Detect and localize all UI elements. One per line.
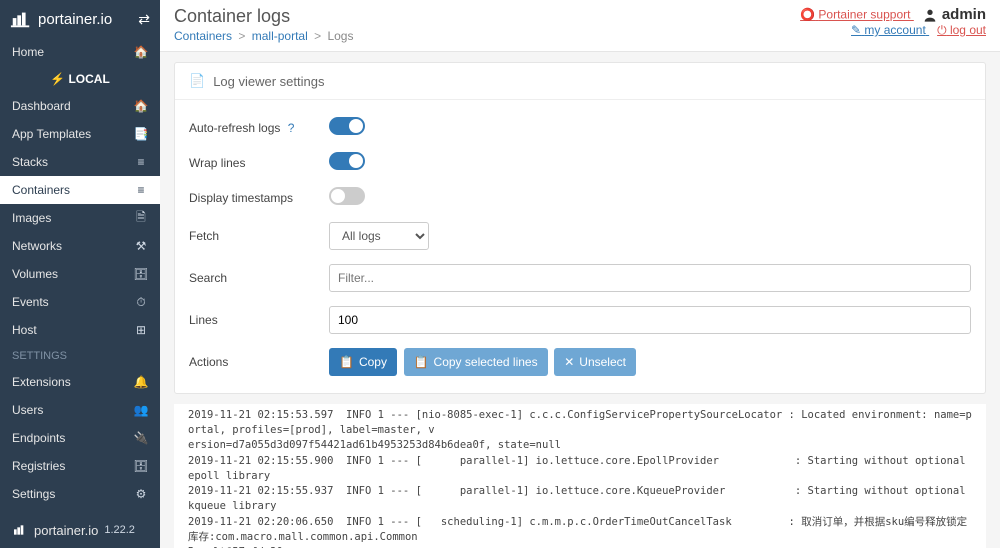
timestamps-label: Display timestamps [189, 191, 293, 205]
sidebar-item-host[interactable]: Host ⊞ [0, 316, 160, 344]
current-user[interactable]: admin [922, 6, 986, 23]
search-input[interactable] [329, 264, 971, 292]
close-icon: ✕ [564, 355, 574, 369]
settings-panel-header: 📄 Log viewer settings [175, 63, 985, 100]
home-icon: 🏠 [134, 45, 148, 59]
net-icon: ⚒ [134, 239, 148, 253]
document-icon: 📄 [189, 73, 205, 89]
sidebar-item-label: Users [12, 403, 43, 417]
tach-icon: 🏠 [134, 99, 148, 113]
stack-icon: ≡ [134, 155, 148, 169]
db-icon: 🗄 [134, 459, 148, 473]
actions-label: Actions [189, 355, 228, 369]
copy-selected-button[interactable]: 📋 Copy selected lines [404, 348, 548, 376]
sidebar-footer: portainer.io 1.22.2 [0, 512, 160, 548]
sidebar-item-extensions[interactable]: Extensions 🔔 [0, 368, 160, 396]
tmpl-icon: 📑 [134, 127, 148, 141]
lines-label: Lines [189, 313, 218, 327]
sidebar-item-endpoints[interactable]: Endpoints 🔌 [0, 424, 160, 452]
swap-icon[interactable]: ⇄ [138, 11, 150, 28]
sidebar-item-label: Extensions [12, 375, 71, 389]
fetch-label: Fetch [189, 229, 219, 243]
sidebar-item-label: App Templates [12, 127, 91, 141]
my-account-link[interactable]: ✎ my account [851, 23, 929, 37]
user-icon [922, 7, 938, 23]
log-line[interactable]: 2019-11-21 02:15:55.937 INFO 1 --- [ par… [188, 484, 972, 514]
list-icon: ≡ [134, 183, 148, 197]
timestamps-toggle[interactable] [329, 187, 365, 205]
sidebar-item-home[interactable]: Home🏠 [0, 38, 160, 66]
evt-icon: ⏱ [134, 295, 148, 309]
sidebar-item-stacks[interactable]: Stacks ≡ [0, 148, 160, 176]
page-title: Container logs [174, 6, 353, 27]
log-output[interactable]: 2019-11-21 02:15:53.597 INFO 1 --- [nio-… [174, 404, 986, 548]
sidebar-section-settings: SETTINGS [0, 344, 160, 368]
wrench-icon: ✎ [851, 23, 861, 37]
support-link[interactable]: ⭕ Portainer support [800, 8, 914, 22]
sidebar-item-users[interactable]: Users 👥 [0, 396, 160, 424]
sidebar-item-label: Stacks [12, 155, 48, 169]
sidebar-item-events[interactable]: Events ⏱ [0, 288, 160, 316]
log-line[interactable]: 2019-11-21 02:15:53.597 INFO 1 --- [nio-… [188, 408, 972, 438]
sidebar-item-app-templates[interactable]: App Templates 📑 [0, 120, 160, 148]
brand-logo[interactable]: portainer.io [10, 8, 112, 30]
sidebar-item-images[interactable]: Images 🗎 [0, 204, 160, 232]
autorefresh-label: Auto-refresh logs [189, 121, 280, 135]
unselect-button[interactable]: ✕ Unselect [554, 348, 636, 376]
log-line[interactable]: 2019-11-21 02:20:06.650 INFO 1 --- [ sch… [188, 515, 972, 545]
lifebuoy-icon: ⭕ [800, 8, 815, 22]
log-line[interactable]: 2019-11-21 02:15:55.900 INFO 1 --- [ par… [188, 454, 972, 484]
wraplines-label: Wrap lines [189, 156, 245, 170]
autorefresh-toggle[interactable] [329, 117, 365, 135]
sidebar-item-label: Events [12, 295, 49, 309]
power-icon: ⏻ [937, 23, 947, 37]
sidebar-endpoint-label[interactable]: ⚡ LOCAL [0, 66, 160, 92]
lines-input[interactable] [329, 306, 971, 334]
plug-icon: 🔌 [134, 431, 148, 445]
user-icon: 👥 [134, 403, 148, 417]
sidebar-item-label: Images [12, 211, 51, 225]
clipboard-icon: 📋 [414, 355, 429, 369]
copy-button[interactable]: 📋 Copy [329, 348, 397, 376]
host-icon: ⊞ [134, 323, 148, 337]
sidebar-item-settings[interactable]: Settings ⚙ [0, 480, 160, 508]
sidebar-item-containers[interactable]: Containers ≡ [0, 176, 160, 204]
log-line[interactable]: ersion=d7a055d3d097f54421ad61b4953253d84… [188, 438, 972, 453]
breadcrumb-containers[interactable]: Containers [174, 29, 232, 43]
sidebar-item-dashboard[interactable]: Dashboard 🏠 [0, 92, 160, 120]
breadcrumb-container-name[interactable]: mall-portal [252, 29, 308, 43]
sidebar-item-registries[interactable]: Registries 🗄 [0, 452, 160, 480]
sidebar-item-label: Volumes [12, 267, 58, 281]
fetch-select[interactable]: All logs [329, 222, 429, 250]
logout-link[interactable]: ⏻ log out [937, 23, 986, 37]
clipboard-icon: 📋 [339, 355, 354, 369]
sidebar-item-label: Networks [12, 239, 62, 253]
wraplines-toggle[interactable] [329, 152, 365, 170]
autorefresh-help-icon[interactable]: ? [288, 121, 295, 135]
sidebar-item-label: Host [12, 323, 37, 337]
breadcrumb: Containers > mall-portal > Logs [174, 29, 353, 43]
sidebar-item-label: Dashboard [12, 99, 71, 113]
sidebar-item-label: Endpoints [12, 431, 65, 445]
sidebar-item-label: Containers [12, 183, 70, 197]
vol-icon: 🗄 [134, 267, 148, 281]
sidebar-item-networks[interactable]: Networks ⚒ [0, 232, 160, 260]
sidebar-item-label: Settings [12, 487, 55, 501]
ext-icon: 🔔 [134, 375, 148, 389]
img-icon: 🗎 [134, 211, 148, 225]
cog-icon: ⚙ [134, 487, 148, 501]
breadcrumb-current: Logs [327, 29, 353, 43]
sidebar-item-label: Registries [12, 459, 65, 473]
search-label: Search [189, 271, 227, 285]
sidebar-item-volumes[interactable]: Volumes 🗄 [0, 260, 160, 288]
